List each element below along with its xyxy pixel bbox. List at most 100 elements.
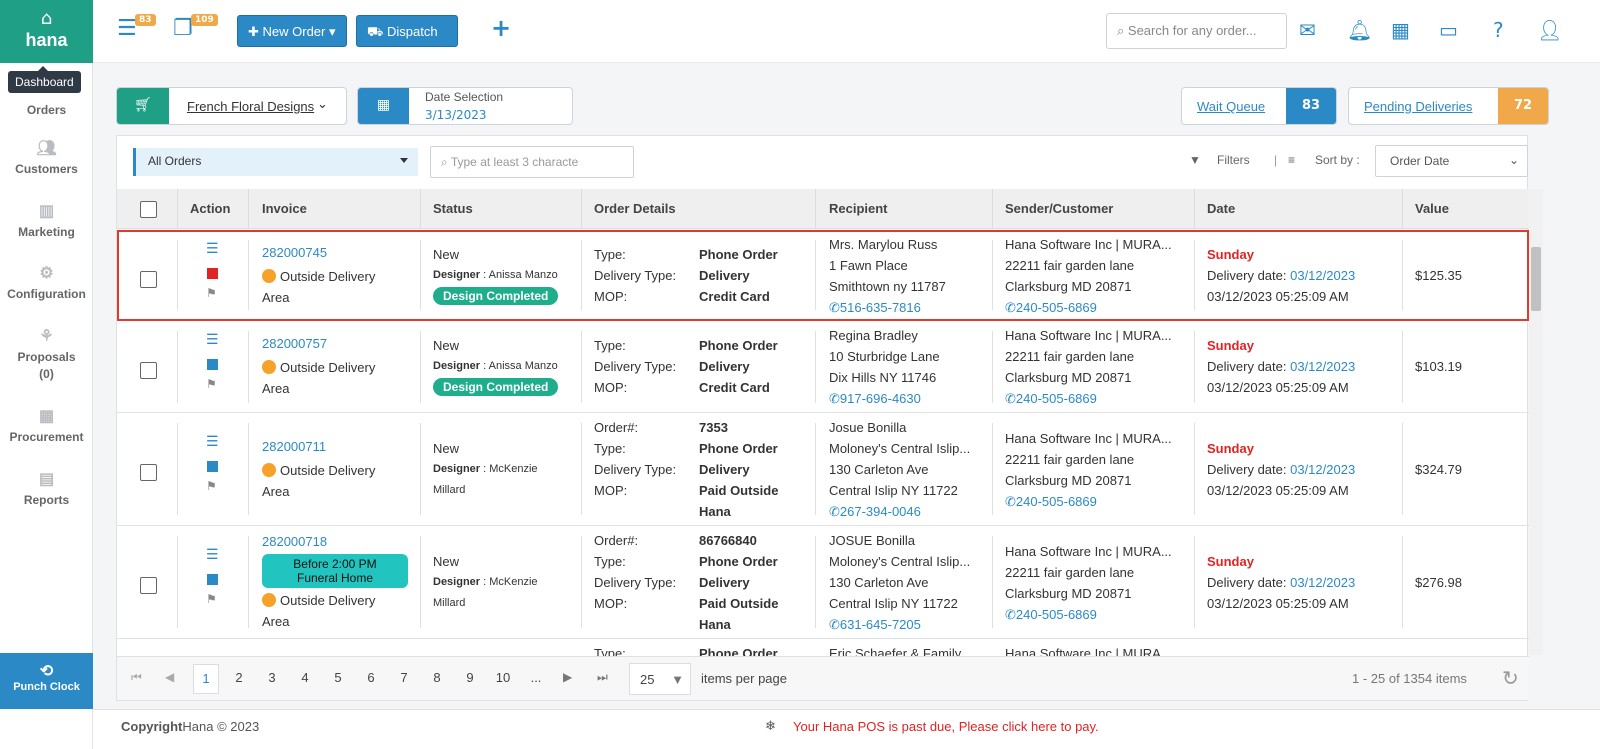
header-recipient[interactable]: Recipient bbox=[829, 201, 888, 216]
copy-icon[interactable]: ❐ 109 bbox=[173, 14, 218, 41]
row-checkbox[interactable] bbox=[140, 577, 157, 594]
invoice-link[interactable]: 282000718 bbox=[262, 534, 327, 549]
help-icon[interactable]: ? bbox=[1493, 18, 1504, 42]
order-mini-search-input[interactable]: ⌕ Type at least 3 characte bbox=[430, 146, 634, 178]
header-value[interactable]: Value bbox=[1415, 201, 1449, 216]
sidebar-item-configuration[interactable]: ⚙ Configuration bbox=[0, 263, 93, 301]
menu-icon[interactable]: ☰ bbox=[206, 331, 219, 348]
sidebar-item-procurement[interactable]: ▦ Procurement bbox=[0, 406, 93, 444]
calendar-icon[interactable]: ▦ bbox=[1391, 18, 1410, 42]
table-row[interactable]: ☰ ⚑ 282000745 Outside Delivery Area New … bbox=[117, 230, 1529, 321]
order-filter-select[interactable]: All Orders bbox=[133, 148, 418, 176]
new-order-button[interactable]: ✚ New Order ▾ bbox=[237, 15, 347, 47]
row-checkbox[interactable] bbox=[140, 271, 157, 288]
last-page-icon[interactable]: ⏭ bbox=[597, 670, 608, 685]
bell-icon[interactable]: 🔔︎ bbox=[1347, 18, 1372, 42]
sidebar-item-proposals[interactable]: ⚘ Proposals (0) bbox=[0, 326, 93, 381]
header-invoice[interactable]: Invoice bbox=[262, 201, 307, 216]
order-search-input[interactable]: ⌕ Search for any order... bbox=[1106, 13, 1287, 49]
scrollbar-thumb[interactable] bbox=[1531, 247, 1541, 311]
add-tab-icon[interactable]: + bbox=[491, 14, 511, 42]
sender-phone[interactable]: ✆240-505-6869 bbox=[1005, 494, 1097, 510]
invoice-link[interactable]: 282000757 bbox=[262, 336, 327, 351]
refresh-icon[interactable]: ↻ bbox=[1502, 666, 1519, 691]
header-sender[interactable]: Sender/Customer bbox=[1005, 201, 1113, 216]
page-more[interactable]: ... bbox=[523, 670, 549, 685]
flag-icon[interactable]: ⚑ bbox=[206, 377, 217, 391]
note-icon[interactable] bbox=[207, 359, 218, 370]
sidebar-item-reports[interactable]: ▤ Reports bbox=[0, 469, 93, 507]
designer-name: McKenzie bbox=[489, 576, 538, 588]
page-2[interactable]: 2 bbox=[226, 670, 252, 685]
page-5[interactable]: 5 bbox=[325, 670, 351, 685]
table-row[interactable]: ☰ ⚑ 282000711 Outside Delivery Area New … bbox=[117, 413, 1529, 526]
divider bbox=[1194, 536, 1195, 628]
note-icon[interactable] bbox=[207, 574, 218, 585]
row-checkbox[interactable] bbox=[140, 464, 157, 481]
page-1[interactable]: 1 bbox=[193, 664, 219, 694]
recipient-line: 1 Fawn Place bbox=[829, 258, 908, 273]
row-checkbox[interactable] bbox=[140, 362, 157, 379]
page-6[interactable]: 6 bbox=[358, 670, 384, 685]
punch-clock-button[interactable]: ⟲ Punch Clock bbox=[0, 653, 93, 709]
user-icon[interactable]: 👤︎ bbox=[1537, 18, 1562, 42]
page-7[interactable]: 7 bbox=[391, 670, 417, 685]
dispatch-button[interactable]: ⛟ Dispatch ▾ bbox=[356, 15, 458, 57]
recipient-phone[interactable]: ✆917-696-4630 bbox=[829, 391, 921, 407]
sidebar-item-marketing[interactable]: ▥ Marketing bbox=[0, 201, 93, 239]
header-status[interactable]: Status bbox=[433, 201, 473, 216]
page-8[interactable]: 8 bbox=[424, 670, 450, 685]
store-selector[interactable]: 🛒︎ French Floral Designs ⌄ bbox=[116, 87, 347, 125]
page-9[interactable]: 9 bbox=[457, 670, 483, 685]
filters-button[interactable]: Filters bbox=[1217, 153, 1250, 167]
payment-notice-link[interactable]: Your Hana POS is past due, Please click … bbox=[793, 719, 1099, 734]
sender-phone[interactable]: ✆240-505-6869 bbox=[1005, 391, 1097, 407]
pending-deliveries-button[interactable]: Pending Deliveries 72 bbox=[1348, 87, 1549, 125]
invoice-link[interactable]: 282000745 bbox=[262, 245, 327, 260]
note-icon[interactable] bbox=[207, 268, 218, 279]
first-page-icon[interactable]: ⏮ bbox=[131, 670, 142, 685]
table-row[interactable]: Type: Phone Order Eric Schaefer & Family… bbox=[117, 639, 1529, 656]
header-date[interactable]: Date bbox=[1207, 201, 1235, 216]
sender-phone[interactable]: ✆240-505-6869 bbox=[1005, 300, 1097, 316]
recipient-phone[interactable]: ✆631-645-7205 bbox=[829, 617, 921, 633]
per-page-select[interactable]: 25 ▼ bbox=[629, 663, 691, 695]
date-selector[interactable]: ▦ Date Selection 3/13/2023 bbox=[357, 87, 573, 125]
note-icon[interactable] bbox=[207, 461, 218, 472]
select-all-checkbox[interactable] bbox=[140, 201, 157, 218]
recipient-phone[interactable]: ✆516-635-7816 bbox=[829, 300, 921, 316]
sidebar-item-orders[interactable]: Orders bbox=[0, 103, 93, 117]
filter-icon[interactable]: ▼ bbox=[1189, 153, 1201, 167]
flag-icon[interactable]: ⚑ bbox=[206, 286, 217, 300]
brand-name: hana bbox=[25, 30, 68, 50]
sender-phone[interactable]: ✆240-505-6869 bbox=[1005, 607, 1097, 623]
divider bbox=[420, 423, 421, 515]
sender-line: 22211 fair garden lane bbox=[1005, 349, 1135, 364]
stack-icon[interactable]: ☰ 83 bbox=[117, 14, 156, 41]
table-row[interactable]: ☰ ⚑ 282000757 Outside Delivery Area New … bbox=[117, 321, 1529, 413]
menu-icon[interactable]: ☰ bbox=[206, 240, 219, 257]
recipient-phone[interactable]: ✆267-394-0046 bbox=[829, 504, 921, 520]
mail-icon[interactable]: ✉ bbox=[1299, 18, 1316, 42]
menu-icon[interactable]: ☰ bbox=[206, 546, 219, 563]
table-scrollbar[interactable] bbox=[1529, 189, 1543, 655]
page-4[interactable]: 4 bbox=[292, 670, 318, 685]
monitor-icon[interactable]: ▭ bbox=[1439, 18, 1458, 42]
next-page-icon[interactable]: ▶ bbox=[563, 670, 572, 684]
home-logo[interactable]: ⌂ hana bbox=[0, 0, 93, 63]
page-10[interactable]: 10 bbox=[490, 670, 516, 685]
table-row[interactable]: ☰ ⚑ 282000718 Before 2:00 PM Funeral Hom… bbox=[117, 526, 1529, 639]
detail-value: Delivery bbox=[699, 268, 750, 283]
flag-icon[interactable]: ⚑ bbox=[206, 592, 217, 606]
wait-queue-button[interactable]: Wait Queue 83 bbox=[1181, 87, 1337, 125]
delivery-tag-line: Funeral Home bbox=[296, 571, 374, 585]
header-order-details[interactable]: Order Details bbox=[594, 201, 676, 216]
sidebar-item-label: Orders bbox=[26, 103, 67, 117]
page-3[interactable]: 3 bbox=[259, 670, 285, 685]
prev-page-icon[interactable]: ◀ bbox=[165, 670, 174, 684]
invoice-link[interactable]: 282000711 bbox=[262, 439, 326, 454]
sort-select[interactable]: Order Date ⌄ bbox=[1375, 145, 1528, 177]
sidebar-item-customers[interactable]: 👥︎ Customers bbox=[0, 138, 93, 176]
flag-icon[interactable]: ⚑ bbox=[206, 479, 217, 493]
menu-icon[interactable]: ☰ bbox=[206, 433, 219, 450]
